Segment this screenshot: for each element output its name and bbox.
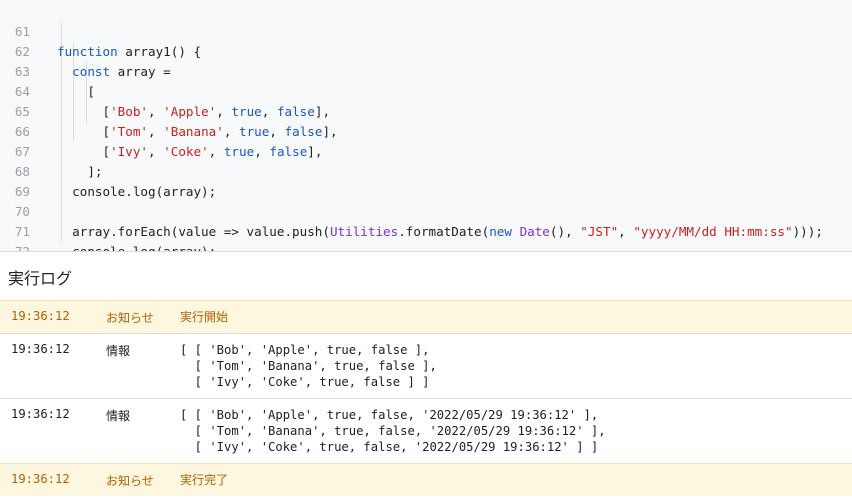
code-line: 65 ['Tom', 'Banana', true, false], — [0, 82, 852, 139]
code-line: 73 — [0, 242, 852, 251]
log-message: [ [ 'Bob', 'Apple', true, false ], [ 'To… — [180, 343, 437, 389]
code-line: 67 ]; — [0, 122, 852, 179]
code-line: 63 [ — [0, 42, 852, 99]
log-time: 19:36:12 — [11, 342, 70, 356]
log-row: 19:36:12 お知らせ 実行開始 — [0, 300, 852, 333]
log-level: お知らせ — [106, 311, 154, 325]
execution-log[interactable]: 19:36:12 お知らせ 実行開始 19:36:12 情報 [ [ 'Bob'… — [0, 300, 852, 496]
code-line: 68 console.log(array); — [0, 142, 852, 199]
log-message: 実行開始 — [180, 310, 229, 324]
code-line: 71 console.log(array); — [0, 202, 852, 251]
log-message: [ [ 'Bob', 'Apple', true, false, '2022/0… — [180, 408, 606, 454]
log-time: 19:36:12 — [11, 472, 70, 486]
log-level: お知らせ — [106, 474, 154, 488]
log-time: 19:36:12 — [11, 309, 70, 323]
code-line: 64 ['Bob', 'Apple', true, false], — [0, 62, 852, 119]
code-line: 69 — [0, 162, 852, 199]
log-level: 情報 — [106, 409, 131, 423]
code-line: 62 const array = — [0, 22, 852, 79]
code-line: 61 function array1() { — [0, 2, 852, 59]
execution-log-title: 実行ログ — [8, 269, 73, 288]
log-message: 実行完了 — [180, 473, 229, 487]
log-row: 19:36:12 お知らせ 実行完了 — [0, 463, 852, 496]
log-row: 19:36:12 情報 [ [ 'Bob', 'Apple', true, fa… — [0, 333, 852, 398]
log-row: 19:36:12 情報 [ [ 'Bob', 'Apple', true, fa… — [0, 398, 852, 463]
code-editor[interactable]: 61 function array1() { 62 const array = … — [0, 0, 852, 252]
log-time: 19:36:12 — [11, 407, 70, 421]
log-level: 情報 — [106, 344, 131, 358]
code-line: 72 } — [0, 222, 852, 251]
code-line: 70 array.forEach(value => value.push(Uti… — [0, 182, 852, 239]
code-line: 66 ['Ivy', 'Coke', true, false], — [0, 102, 852, 159]
